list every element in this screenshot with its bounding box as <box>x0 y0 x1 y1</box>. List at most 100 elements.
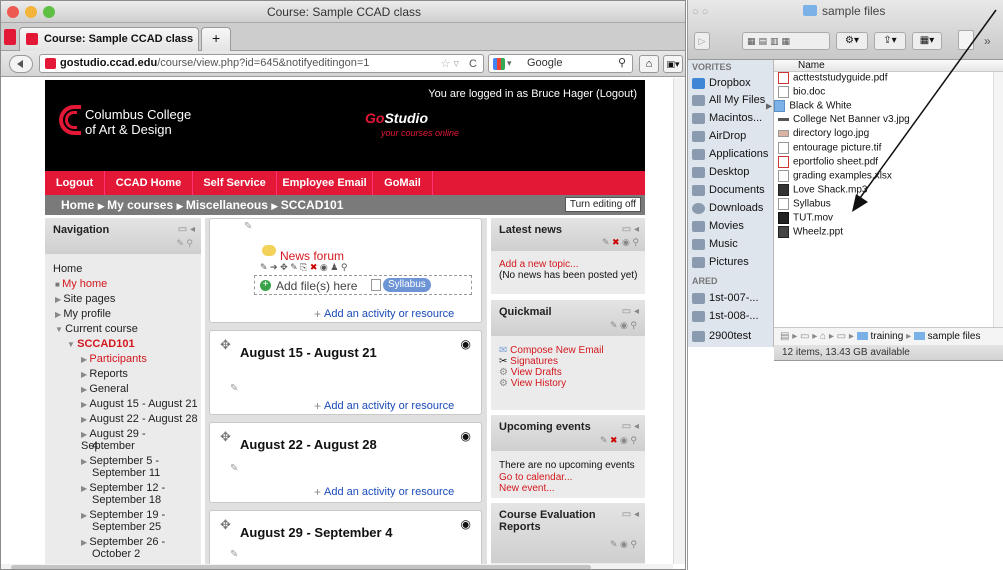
window-controls-icon[interactable]: ○ ○ <box>692 6 708 18</box>
add-activity-link[interactable]: Add an activity or resource <box>324 400 454 412</box>
block-edit-icons[interactable]: ✎ ◉ ⚲ <box>610 320 637 331</box>
path-sample-files[interactable]: sample files <box>928 331 981 342</box>
sidebar-item-applications[interactable]: Applications <box>692 148 768 160</box>
breadcrumb-home[interactable]: Home <box>61 198 94 212</box>
nav-week-sep19-cont[interactable]: September 25 <box>92 521 161 533</box>
logged-in-text[interactable]: You are logged in as Bruce Hager (Logout… <box>428 88 637 100</box>
signatures-link[interactable]: Signatures <box>510 356 558 367</box>
file-row[interactable]: Wheelz.ppt <box>778 226 843 238</box>
nav-week-sep26-cont[interactable]: October 2 <box>92 548 140 560</box>
nav-week-sep19[interactable]: September 19 - <box>89 509 165 521</box>
eye-icon[interactable]: ◉ <box>461 337 471 351</box>
edit-summary-icon[interactable]: ✎ <box>230 549 238 560</box>
sidebar-item-pictures[interactable]: Pictures <box>692 256 749 268</box>
move-icon[interactable]: ✥ <box>220 337 231 353</box>
tab-course[interactable]: Course: Sample CCAD class <box>19 27 199 51</box>
nav-week-sep5-cont[interactable]: September 11 <box>92 467 160 479</box>
sidebar-item-desktop[interactable]: Desktop <box>692 166 749 178</box>
news-forum-link[interactable]: News forum <box>280 249 344 263</box>
nav-general[interactable]: General <box>89 383 128 395</box>
path-training[interactable]: training <box>870 331 903 342</box>
block-edit-icons[interactable]: ✎ ◉ ⚲ <box>610 539 637 550</box>
block-dock-icon[interactable]: ▭ ◂ <box>622 306 639 317</box>
sidebar-item-airdrop[interactable]: AirDrop <box>692 130 746 142</box>
reload-icon[interactable]: C <box>469 56 477 73</box>
file-drop-zone[interactable]: + Add file(s) here Syllabus <box>254 275 472 295</box>
block-edit-icons[interactable]: ✎ ✖ ◉ ⚲ <box>602 237 639 248</box>
nav-week-sep12[interactable]: September 12 - <box>89 482 165 494</box>
sidebar-item-shared-3[interactable]: 2900test <box>692 330 751 342</box>
nav-participants[interactable]: Participants <box>89 353 146 365</box>
vertical-scrollbar[interactable] <box>673 78 685 564</box>
nav-my-profile[interactable]: My profile <box>63 308 111 320</box>
site-identity-icon[interactable] <box>45 58 56 69</box>
firefox-tab-scroll-icon[interactable] <box>4 29 16 45</box>
menu-self-service[interactable]: Self Service <box>193 171 277 195</box>
sidebar-item-documents[interactable]: Documents <box>692 184 765 196</box>
nav-my-home[interactable]: My home <box>62 278 107 290</box>
search-bar[interactable]: ▾ Google ⚲ <box>488 54 633 73</box>
bookmark-star-icon[interactable]: ☆ ▿ <box>441 56 459 73</box>
url-bar[interactable]: gostudio.ccad.edu/course/view.php?id=645… <box>39 54 484 73</box>
new-event-link[interactable]: New event... <box>499 483 555 494</box>
block-dock-icon[interactable]: ▭ ◂ <box>622 224 639 235</box>
nav-week-aug15[interactable]: August 15 - August 21 <box>89 398 197 410</box>
activity-edit-icons[interactable]: ✎ ➔ ✥ ✎ ⎘ ✖ ◉ ♟ ⚲ <box>260 262 347 273</box>
sidebar-item-all-my-files[interactable]: All My Files <box>692 94 765 106</box>
menu-ccad-home[interactable]: CCAD Home <box>105 171 193 195</box>
block-edit-icon[interactable]: ✎ ⚲ <box>176 238 193 249</box>
nav-week-sep5[interactable]: September 5 - <box>89 455 159 467</box>
breadcrumb-course[interactable]: SCCAD101 <box>281 198 344 212</box>
nav-week-sep26[interactable]: September 26 - <box>89 536 165 548</box>
sidebar-item-shared-1[interactable]: 1st-007-... <box>692 292 759 304</box>
horizontal-scrollbar[interactable] <box>1 564 673 569</box>
nav-week-aug29[interactable]: August 29 - September <box>81 428 146 452</box>
block-dock-icon[interactable]: ▭ ◂ <box>178 224 195 235</box>
block-dock-icon[interactable]: ▭ ◂ <box>622 421 639 432</box>
eye-icon[interactable]: ◉ <box>461 429 471 443</box>
nav-reports[interactable]: Reports <box>89 368 128 380</box>
add-activity-link[interactable]: Add an activity or resource <box>324 486 454 498</box>
college-name[interactable]: Columbus College of Art & Design <box>85 107 191 137</box>
menu-gomail[interactable]: GoMail <box>373 171 433 195</box>
edit-summary-icon[interactable]: ✎ <box>244 221 252 232</box>
move-icon[interactable]: ✥ <box>220 429 231 445</box>
edit-summary-icon[interactable]: ✎ <box>230 383 238 394</box>
nav-site-pages[interactable]: Site pages <box>63 293 115 305</box>
home-icon[interactable]: ⌂ <box>639 55 659 73</box>
calendar-link[interactable]: Go to calendar... <box>499 472 572 483</box>
forward-button[interactable]: ▷ <box>694 32 710 50</box>
menu-employee-email[interactable]: Employee Email <box>277 171 373 195</box>
nav-course-sccad101[interactable]: SCCAD101 <box>77 338 134 350</box>
view-drafts-link[interactable]: View Drafts <box>511 367 562 378</box>
move-icon[interactable]: ✥ <box>220 517 231 533</box>
add-activity-link[interactable]: Add an activity or resource <box>324 308 454 320</box>
block-dock-icon[interactable]: ▭ ◂ <box>622 509 639 520</box>
compose-email-link[interactable]: Compose New Email <box>510 345 603 356</box>
file-row[interactable]: bio.doc <box>778 86 825 98</box>
breadcrumb-miscellaneous[interactable]: Miscellaneous <box>186 198 268 212</box>
horizontal-scroll-thumb[interactable] <box>11 565 591 569</box>
add-topic-link[interactable]: Add a new topic... <box>499 259 579 270</box>
syllabus-chip[interactable]: Syllabus <box>383 278 431 292</box>
nav-week-aug22[interactable]: August 22 - August 28 <box>89 413 197 425</box>
disclosure-triangle-icon[interactable]: ▶ <box>766 102 774 111</box>
sidebar-item-music[interactable]: Music <box>692 238 738 250</box>
breadcrumb-my-courses[interactable]: My courses <box>107 198 173 212</box>
view-history-link[interactable]: View History <box>511 378 566 389</box>
addon-menu-icon[interactable]: ▣▾ <box>663 55 683 73</box>
collapse-arrow-icon[interactable]: ▼ <box>55 325 65 334</box>
new-tab-button[interactable]: + <box>201 27 231 51</box>
collapse-arrow-icon[interactable]: ▼ <box>67 340 77 349</box>
sidebar-item-shared-2[interactable]: 1st-008-... <box>692 310 759 322</box>
sidebar-item-dropbox[interactable]: Dropbox <box>692 77 751 89</box>
engine-dropdown-icon[interactable]: ▾ <box>507 55 512 72</box>
nav-home[interactable]: Home <box>53 263 82 275</box>
view-mode-buttons[interactable]: ▦▤▥▦ <box>742 32 830 50</box>
path-disk-icons[interactable]: ▤ ▸ ▭ ▸ ⌂ ▸ ▭ ▸ <box>780 331 857 342</box>
back-button[interactable] <box>9 55 33 73</box>
sidebar-item-downloads[interactable]: Downloads <box>692 202 763 214</box>
menu-logout[interactable]: Logout <box>45 171 105 195</box>
sidebar-item-macintosh[interactable]: Macintos... <box>692 112 762 124</box>
sidebar-item-movies[interactable]: Movies <box>692 220 744 232</box>
